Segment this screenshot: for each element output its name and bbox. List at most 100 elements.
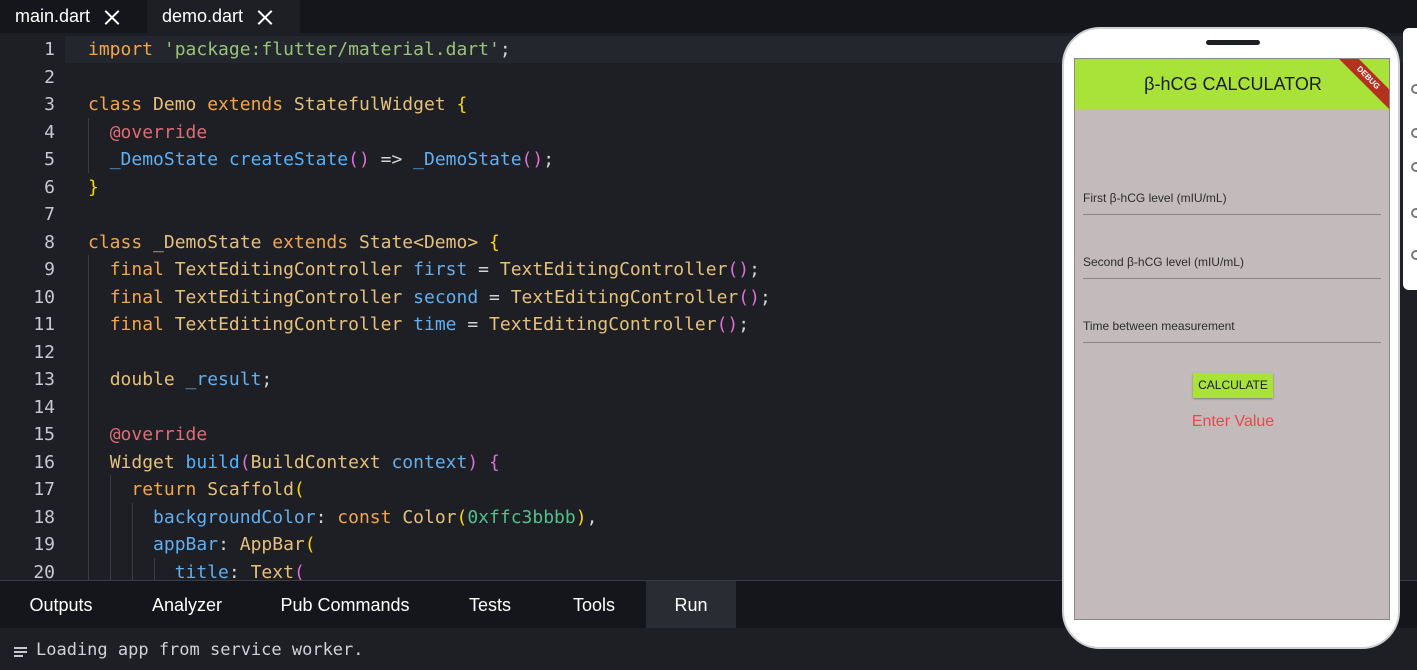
line-number: 13	[33, 369, 55, 390]
code-token: TextEditingController	[510, 286, 739, 308]
line-number: 12	[33, 341, 55, 363]
code-token: )	[575, 506, 587, 528]
result-text: Enter Value	[1191, 413, 1275, 430]
code-token: State<Demo>	[358, 231, 489, 253]
line-number: 19	[33, 534, 55, 555]
first-level-field[interactable]: First β-hCG level (mIU/mL)	[1083, 185, 1381, 215]
line-number: 4	[44, 121, 55, 143]
tab-pub-commands[interactable]: Pub Commands	[252, 581, 438, 629]
tab-tests[interactable]: Tests	[438, 581, 542, 629]
code-line: 6}	[0, 174, 1060, 201]
code-token: =	[489, 286, 511, 308]
device-preview: β-hCG CALCULATOR DEBUG First β-hCG level…	[1062, 27, 1400, 649]
close-icon[interactable]	[255, 7, 275, 27]
line-number: 8	[44, 231, 55, 253]
code-line: 11 final TextEditingController time = Te…	[0, 311, 1060, 338]
code-line: 3 class Demo extends StatefulWidget {	[0, 91, 1060, 118]
code-token: 0xffc3bbbb	[467, 506, 576, 528]
code-text: class Demo extends StatefulWidget {	[88, 91, 467, 118]
code-token: TextEditingController	[489, 314, 717, 335]
code-token: :	[315, 506, 338, 528]
code-token: extends	[207, 94, 294, 115]
line-number: 18	[33, 506, 55, 528]
line-number: 6	[44, 176, 55, 198]
code-token: _DemoState	[153, 231, 273, 253]
code-token: (	[293, 561, 305, 581]
code-token: return	[131, 479, 208, 500]
time-field[interactable]: Time between measurement	[1083, 313, 1381, 343]
line-number: 15	[33, 424, 55, 445]
code-line: 17 return Scaffold(	[0, 476, 1060, 503]
side-toolbar	[1403, 28, 1417, 290]
field-label: Second β-hCG level (mIU/mL)	[1083, 255, 1244, 269]
toolbar-icon[interactable]	[1411, 162, 1417, 172]
code-line: 10 final TextEditingController second = …	[0, 284, 1060, 311]
tab-outputs[interactable]: Outputs	[0, 581, 122, 629]
line-number: 17	[33, 479, 55, 500]
second-level-field[interactable]: Second β-hCG level (mIU/mL)	[1083, 249, 1381, 279]
toolbar-icon[interactable]	[1411, 208, 1417, 218]
code-line: 16 Widget build(BuildContext context) {	[0, 449, 1060, 476]
toolbar-icon[interactable]	[1411, 128, 1417, 138]
toolbar-icon[interactable]	[1411, 250, 1417, 260]
code-text: double _result;	[88, 366, 273, 393]
code-line: 5 _DemoState createState() => _DemoState…	[0, 146, 1060, 173]
code-text: @override	[88, 421, 208, 448]
code-token: BuildContext	[250, 451, 392, 473]
code-token: TextEditingController	[499, 259, 728, 280]
code-token: {	[489, 231, 500, 253]
code-token: class	[88, 231, 154, 253]
code-token: {	[456, 94, 468, 115]
console-message: Loading app from service worker.	[36, 640, 364, 660]
toolbar-icon[interactable]	[1411, 84, 1417, 94]
line-number: 16	[33, 451, 55, 473]
tab-analyzer[interactable]: Analyzer	[122, 581, 252, 629]
line-number: 9	[44, 259, 55, 280]
code-token: Text	[250, 561, 294, 581]
code-token: ;	[543, 149, 555, 170]
app-title: β-hCG CALCULATOR	[1144, 74, 1322, 94]
tab-run[interactable]: Run	[646, 581, 736, 629]
code-token: =>	[369, 149, 414, 170]
line-number: 10	[33, 286, 55, 308]
code-line: 19 appBar: AppBar(	[0, 531, 1060, 558]
close-icon[interactable]	[102, 7, 122, 27]
code-token: appBar	[153, 534, 219, 555]
code-text: import 'package:flutter/material.dart';	[88, 36, 511, 63]
code-token: const	[337, 506, 403, 528]
code-token: final	[109, 286, 175, 308]
code-token: _DemoState	[109, 149, 229, 170]
code-token: ;	[759, 286, 771, 308]
calculate-button[interactable]: CALCULATE	[1193, 373, 1273, 398]
line-number: 5	[44, 149, 55, 170]
code-line: 20 title: Text(	[0, 559, 1060, 581]
code-token: (	[239, 451, 251, 473]
code-token: time	[413, 314, 468, 335]
code-text: backgroundColor: const Color(0xffc3bbbb)…	[88, 504, 597, 531]
code-token: first	[413, 259, 479, 280]
tab-demo-dart[interactable]: demo.dart	[147, 0, 300, 33]
line-number: 3	[44, 94, 55, 115]
code-token: 'package:flutter/material.dart'	[163, 39, 500, 60]
code-line: 18 backgroundColor: const Color(0xffc3bb…	[0, 504, 1060, 531]
tab-tools[interactable]: Tools	[542, 581, 646, 629]
line-number: 1	[44, 39, 55, 60]
code-token: ()	[716, 314, 739, 335]
code-token: build	[185, 451, 240, 473]
code-line: 15 @override	[0, 421, 1060, 448]
tab-main-dart[interactable]: main.dart	[0, 0, 147, 33]
code-token: _result	[185, 369, 262, 390]
code-token: (	[304, 534, 316, 555]
line-number: 20	[33, 561, 55, 581]
menu-icon[interactable]	[14, 647, 27, 657]
code-token: ;	[499, 39, 511, 60]
code-token: }	[88, 176, 99, 198]
